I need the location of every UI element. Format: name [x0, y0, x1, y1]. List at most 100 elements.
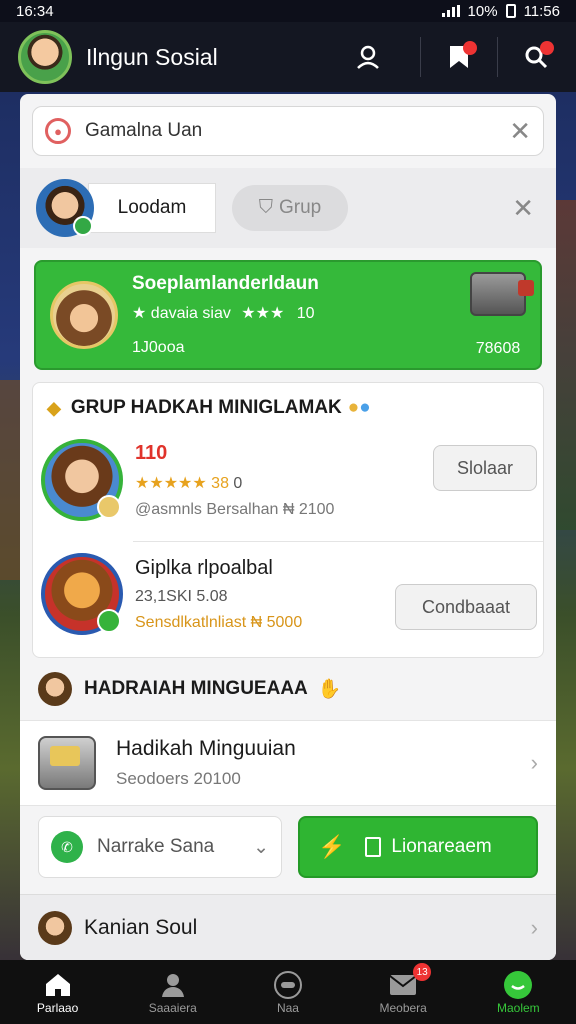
promo-subtitle: davaia siav — [150, 305, 231, 322]
game-icon — [273, 971, 302, 999]
player-rating-suffix: 0 — [233, 474, 243, 492]
profile-button[interactable] — [346, 35, 390, 79]
star-icon: ★ — [132, 305, 147, 322]
main-panel: ● Gamalna Uan ✕ Loodam ⛉ Grup ✕ Soeplaml… — [20, 94, 556, 960]
player-name: Giplka rlpoalbal — [135, 556, 273, 579]
join-button[interactable]: Slolaar — [433, 445, 537, 491]
action-bar: ✆ Narrake Sana ⌄ ⚡ Lionareaem — [38, 816, 538, 878]
player-rating-value: 38 — [211, 474, 229, 492]
weekly-group-heading: GRUP HADKAH MINIGLAMAK — [70, 397, 342, 418]
row-divider — [133, 541, 543, 542]
status-time-right: 11:56 — [523, 2, 560, 20]
share-label: Narrake Sana — [97, 836, 215, 857]
notification-dot — [463, 41, 477, 55]
list-item: 110 ★★★★★ 38 0 @asmnls Bersalhan ₦ 2100 … — [41, 439, 537, 521]
weekly-prize-heading: HADRAIAH MINGUEAAA ✋ — [38, 672, 341, 706]
nav-item-profile[interactable]: Maolem — [468, 969, 568, 1015]
search-input[interactable]: Gamalna Uan — [85, 120, 509, 142]
whatsapp-icon: ✆ — [51, 831, 83, 863]
stars-icon: ★★★★★ — [135, 474, 207, 492]
status-time-left: 16:34 — [16, 2, 54, 20]
chevron-right-icon: › — [530, 750, 538, 775]
nav-label: Parlaao — [36, 1001, 79, 1015]
primary-action-button[interactable]: ⚡ Lionareaem — [298, 816, 538, 878]
list-item: Giplka rlpoalbal 23,1SKI 5.08 Sensdlkatl… — [41, 553, 537, 635]
player-detail: Sensdlkatlnliast ₦ 5000 — [135, 613, 303, 631]
app-title: Ilngun Sosial — [86, 43, 218, 70]
search-button[interactable] — [514, 35, 558, 79]
user-avatar[interactable] — [18, 30, 72, 84]
person-pin-icon — [357, 45, 379, 69]
mail-icon — [389, 975, 417, 995]
prize-machine-icon — [38, 736, 96, 790]
nav-label: Naa — [276, 1001, 299, 1015]
bottom-nav: Parlaao Saaaiera Naa 13 Meobera Maolem — [0, 960, 576, 1024]
search-dot — [540, 41, 554, 55]
share-dropdown[interactable]: ✆ Narrake Sana ⌄ — [38, 816, 282, 878]
rating-stars-icon: ★★★ — [241, 305, 285, 322]
player-rating: ★★★★★ 38 0 — [135, 473, 433, 493]
battery-percent: 10% — [467, 2, 498, 20]
player-avatar — [41, 553, 123, 635]
nav-label: Saaaiera — [148, 1001, 197, 1015]
lightning-icon: ⚡ — [318, 834, 346, 859]
clear-search-icon[interactable]: ✕ — [509, 118, 531, 144]
gem-icon: ◆ — [47, 397, 61, 418]
profile-icon — [504, 971, 533, 999]
primary-action-label: Lionareaem — [391, 836, 492, 857]
tab-loodam[interactable]: Loodam — [88, 183, 216, 233]
signal-icon — [441, 5, 460, 17]
diamond-icon: ● — [359, 397, 371, 418]
section-avatar — [38, 672, 72, 706]
promo-title: Soeplamlanderldaun — [132, 273, 319, 294]
location-icon: ● — [45, 118, 71, 144]
promo-subtitle-row: ★ davaia siav ★★★ 10 — [132, 303, 470, 323]
promo-count-left: 1J0ooa — [132, 339, 185, 356]
nav-label: Maolem — [497, 1001, 540, 1015]
join-button[interactable]: Condbaaat — [395, 584, 537, 630]
search-field[interactable]: ● Gamalna Uan ✕ — [32, 106, 544, 156]
tabs-bar: Loodam ⛉ Grup ✕ — [20, 168, 556, 248]
player-name: 110 — [135, 441, 168, 464]
badge-icon — [97, 495, 121, 519]
promo-count-right: 78608 — [475, 340, 521, 357]
notification-button[interactable] — [437, 35, 481, 79]
home-icon — [45, 974, 70, 996]
player-rating: 23,1SKI 5.08 — [135, 588, 395, 606]
social-section-title: Kanian Soul — [84, 915, 198, 939]
chevron-right-icon: › — [530, 914, 538, 940]
nav-item-home[interactable]: Parlaao — [8, 969, 108, 1015]
player-detail: @asmnls Bersalhan ₦ 2100 — [135, 500, 335, 518]
player-avatar — [41, 439, 123, 521]
hand-icon: ✋ — [317, 679, 342, 700]
badge-icon — [97, 609, 121, 633]
close-tabs-icon[interactable]: ✕ — [512, 195, 534, 221]
weekly-prize-row[interactable]: Hadikah Minguuian Seodoers 20100 › — [20, 720, 556, 806]
header-divider — [420, 37, 421, 77]
battery-icon — [505, 4, 516, 18]
weekly-prize-subtitle: Seodoers 20100 — [116, 769, 241, 788]
chevron-down-icon: ⌄ — [253, 836, 269, 858]
player-rating-value: 23,1SKI 5.08 — [135, 587, 228, 605]
group-icon: ⛉ — [258, 197, 273, 218]
weekly-prize-title: Hadikah Minguuian — [116, 737, 296, 760]
messages-badge: 13 — [413, 963, 432, 981]
promo-banner[interactable]: Soeplamlanderldaun ★ davaia siav ★★★ 10 … — [34, 260, 542, 370]
tab-avatar — [36, 179, 94, 237]
social-section-row[interactable]: Kanian Soul › — [20, 894, 556, 960]
tab-grup-label: Grup — [279, 197, 322, 218]
emoji-icon: ● — [347, 397, 360, 418]
treasure-chest-icon — [470, 272, 534, 316]
nav-item-game[interactable]: Naa — [238, 969, 338, 1015]
weekly-group-card: ◆ GRUP HADKAH MINIGLAMAK ● ● 110 ★★★★★ 3… — [32, 382, 544, 658]
promo-rating: 10 — [296, 305, 315, 322]
status-bar: 16:34 10% 11:56 — [0, 0, 576, 22]
tab-grup[interactable]: ⛉ Grup — [232, 185, 348, 231]
app-header: Ilngun Sosial — [0, 22, 576, 92]
header-divider — [497, 37, 498, 77]
person-icon — [161, 974, 184, 997]
weekly-prize-heading-text: HADRAIAH MINGUEAAA — [84, 678, 308, 699]
nav-item-friends[interactable]: Saaaiera — [123, 969, 223, 1015]
nav-item-messages[interactable]: 13 Meobera — [353, 963, 453, 1015]
nav-label: Meobera — [379, 1001, 427, 1015]
